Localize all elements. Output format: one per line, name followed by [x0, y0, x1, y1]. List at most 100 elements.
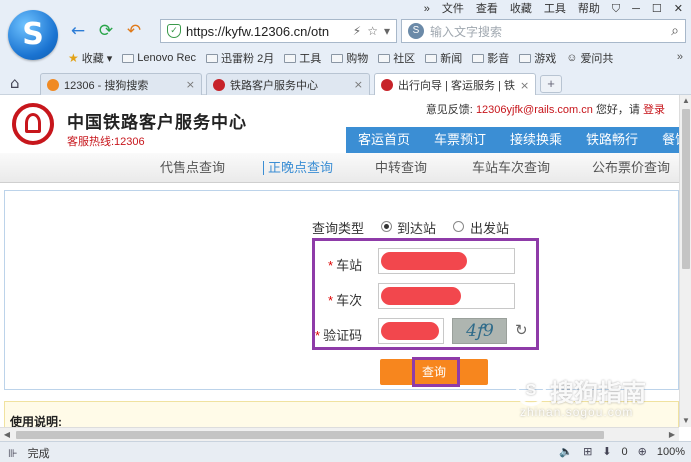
- folder-icon: [284, 53, 297, 63]
- menu-favorites[interactable]: 收藏: [510, 2, 532, 16]
- undo-icon[interactable]: ↶: [124, 21, 144, 41]
- login-link[interactable]: 登录: [643, 104, 665, 116]
- menu-view[interactable]: 查看: [476, 2, 498, 16]
- vertical-scroll-thumb[interactable]: [682, 109, 690, 269]
- radio-departure[interactable]: [453, 221, 464, 232]
- bookmark-iask[interactable]: ☺ 爱问共: [566, 50, 613, 66]
- browser-menu-bar: » 文件 查看 收藏 工具 帮助 ⛉ ─ ☐ ✕: [424, 2, 683, 16]
- tab-sogou-search[interactable]: 12306 - 搜狗搜索 ×: [40, 73, 202, 95]
- bookmark-community[interactable]: 社区: [378, 50, 415, 66]
- sogou-browser-logo[interactable]: S: [8, 10, 58, 60]
- radio-arrival[interactable]: [381, 221, 392, 232]
- tab-railway-service[interactable]: 铁路客户服务中心 ×: [206, 73, 370, 95]
- railway-favicon-icon: [381, 79, 393, 91]
- china-railway-logo-icon[interactable]: [12, 103, 54, 145]
- folder-icon: [519, 53, 532, 63]
- query-type-label: 查询类型: [312, 221, 365, 236]
- hotline: 客服热线:12306: [67, 136, 145, 148]
- home-icon[interactable]: ⌂: [10, 74, 20, 92]
- radio-arrival-label[interactable]: 到达站: [397, 218, 436, 237]
- chevron-down-icon: ▾: [106, 52, 113, 65]
- skin-icon[interactable]: ⛉: [612, 2, 620, 16]
- main-nav: 客运首页 车票预订 接续换乘 铁路畅行 餐饮: [346, 127, 679, 153]
- sidebar-toggle-icon[interactable]: ⊪: [8, 447, 18, 460]
- search-bar[interactable]: S 输入文字搜索 ⌕: [401, 19, 686, 43]
- nav-ticket-booking[interactable]: 车票预订: [422, 127, 498, 153]
- menu-help[interactable]: 帮助: [578, 2, 600, 16]
- new-tab-button[interactable]: +: [540, 75, 562, 93]
- menu-file[interactable]: 文件: [442, 2, 464, 16]
- menu-tools[interactable]: 工具: [544, 2, 566, 16]
- security-shield-icon: ✓: [167, 24, 181, 38]
- menu-more[interactable]: »: [424, 2, 430, 16]
- nav-transfer[interactable]: 接续换乘: [498, 127, 574, 153]
- minimize-icon[interactable]: ─: [632, 2, 640, 16]
- bookmark-xunlei[interactable]: 迅雷粉 2月: [206, 50, 274, 66]
- tab-travel-guide[interactable]: 出行向导 | 客运服务 | 铁 ×: [374, 73, 536, 96]
- refresh-icon[interactable]: ⟳: [96, 21, 116, 41]
- search-icon[interactable]: ⌕: [671, 23, 679, 39]
- download-count-badge: 0: [621, 445, 628, 458]
- railway-favicon-icon: [213, 78, 225, 91]
- bookmark-star-icon[interactable]: ☆: [367, 24, 378, 38]
- scroll-left-icon[interactable]: ◀: [0, 428, 14, 442]
- sogou-logo-icon: S: [516, 375, 546, 406]
- search-engine-icon[interactable]: S: [408, 23, 424, 39]
- bookmark-shopping[interactable]: 购物: [331, 50, 368, 66]
- horizontal-scroll-thumb[interactable]: [16, 431, 604, 439]
- scroll-up-icon[interactable]: ▲: [680, 95, 691, 107]
- maximize-icon[interactable]: ☐: [652, 2, 662, 16]
- subnav-fare-query[interactable]: 公布票价查询: [592, 153, 670, 183]
- download-icon[interactable]: ⬇: [602, 445, 611, 458]
- close-icon[interactable]: ×: [354, 78, 363, 91]
- subnav-delay-query[interactable]: 正晚点查询: [262, 153, 333, 183]
- subnav-station-train-query[interactable]: 车站车次查询: [472, 153, 550, 183]
- address-text[interactable]: https://kyfw.12306.cn/otn: [186, 24, 336, 39]
- vertical-scrollbar[interactable]: ▲ ▼: [679, 95, 691, 427]
- close-icon[interactable]: ×: [186, 78, 195, 91]
- nav-catering[interactable]: 餐饮: [650, 127, 679, 153]
- speaker-icon[interactable]: 🔈: [559, 445, 573, 458]
- address-dropdown-icon[interactable]: ▾: [384, 24, 390, 38]
- close-icon[interactable]: ×: [520, 79, 529, 92]
- back-arrow-icon[interactable]: ←: [68, 21, 88, 41]
- usage-title: 使用说明:: [10, 415, 62, 427]
- bookmark-tools[interactable]: 工具: [284, 50, 321, 66]
- bookmark-lenovo[interactable]: Lenovo Rec: [122, 52, 196, 64]
- favorites-star-icon: ★: [68, 51, 79, 65]
- nav-passenger-home[interactable]: 客运首页: [346, 127, 422, 153]
- folder-icon: [122, 53, 135, 63]
- horizontal-scrollbar[interactable]: ◀ ▶: [0, 427, 679, 441]
- scroll-right-icon[interactable]: ▶: [665, 428, 679, 442]
- bookmark-games[interactable]: 游戏: [519, 50, 556, 66]
- screenshot-icon[interactable]: ⊞: [583, 445, 592, 458]
- folder-icon: [331, 53, 344, 63]
- lightning-icon[interactable]: ⚡: [353, 24, 361, 38]
- sogou-guide-watermark: S 搜狗指南 zhinan.sogou.com: [516, 373, 686, 419]
- zoom-icon[interactable]: ⊕: [638, 445, 647, 458]
- site-header: 中国铁路客户服务中心 客服热线:12306 意见反馈: 12306yjfk@ra…: [0, 95, 679, 153]
- feedback-email-link[interactable]: 12306yjfk@rails.com.cn: [476, 104, 593, 116]
- scroll-down-icon[interactable]: ▼: [680, 415, 691, 427]
- folder-icon: [425, 53, 438, 63]
- sogou-favicon-icon: [47, 78, 59, 91]
- site-title: 中国铁路客户服务中心: [67, 113, 247, 132]
- nav-railway-travel[interactable]: 铁路畅行: [574, 127, 650, 153]
- bookmark-news[interactable]: 新闻: [425, 50, 462, 66]
- address-bar[interactable]: ✓ https://kyfw.12306.cn/otn ⚡ ☆ ▾: [160, 19, 397, 43]
- bookmark-favorites[interactable]: ★ 收藏 ▾: [68, 50, 112, 66]
- sub-nav: 代售点查询 正晚点查询 中转查询 车站车次查询 公布票价查询: [0, 153, 679, 183]
- status-bar: ⊪ 完成 🔈 ⊞ ⬇ 0 ⊕ 100%: [0, 441, 691, 462]
- search-placeholder: 输入文字搜索: [430, 24, 503, 39]
- subnav-agency-query[interactable]: 代售点查询: [160, 153, 225, 183]
- header-links: 意见反馈: 12306yjfk@rails.com.cn 您好，请 登录: [425, 104, 665, 116]
- folder-icon: [206, 53, 219, 63]
- close-window-icon[interactable]: ✕: [674, 2, 683, 16]
- form-highlight-box: [312, 238, 539, 350]
- radio-departure-label[interactable]: 出发站: [470, 218, 509, 237]
- user-icon: ☺: [566, 52, 578, 64]
- zoom-level[interactable]: 100%: [657, 446, 685, 458]
- subnav-transfer-query[interactable]: 中转查询: [375, 153, 427, 183]
- bookmarks-more[interactable]: »: [677, 51, 683, 63]
- bookmark-media[interactable]: 影音: [472, 50, 509, 66]
